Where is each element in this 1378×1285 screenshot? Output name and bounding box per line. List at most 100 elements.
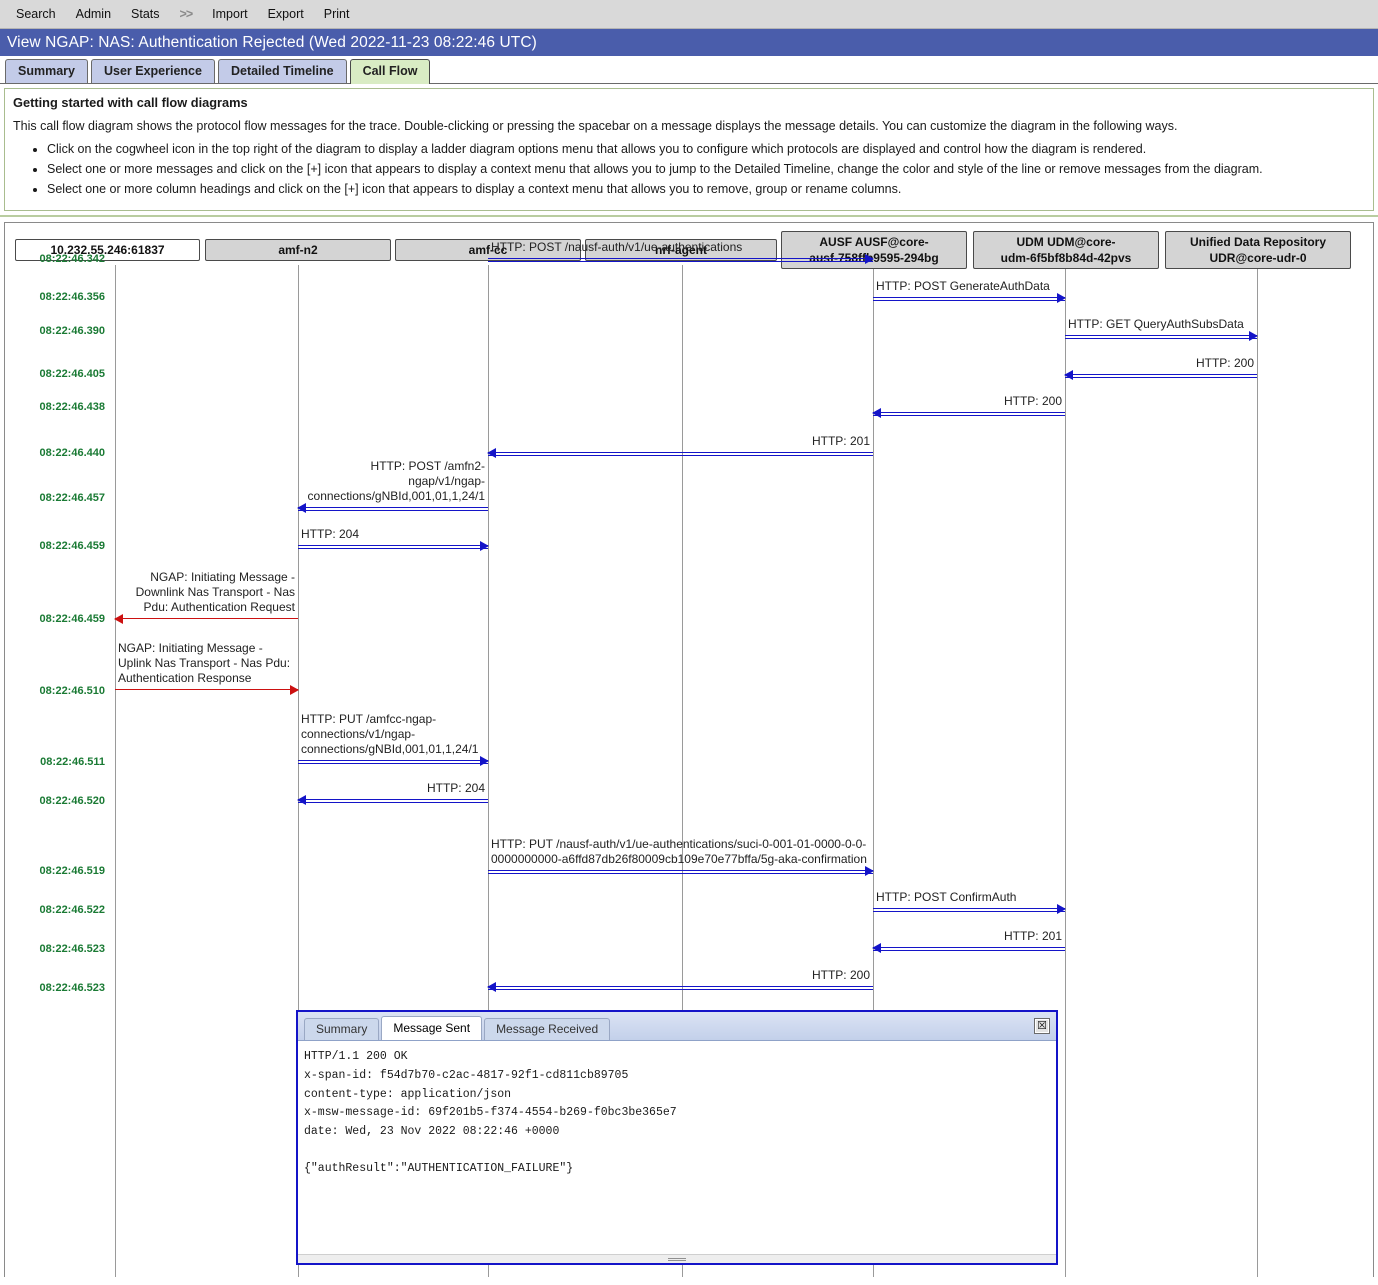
menu-item-[interactable]: >> bbox=[170, 5, 203, 23]
tab-user-experience[interactable]: User Experience bbox=[90, 59, 215, 83]
message-label[interactable]: HTTP: 204 bbox=[298, 527, 486, 542]
detail-tab-summary[interactable]: Summary bbox=[304, 1018, 380, 1041]
arrow-head-icon bbox=[480, 756, 489, 767]
arrow-head-icon bbox=[1057, 904, 1066, 915]
timestamp-label: 08:22:46.356 bbox=[39, 291, 105, 304]
column-header-label: amf-n2 bbox=[278, 243, 318, 258]
message-label[interactable]: NGAP: Initiating Message - Downlink Nas … bbox=[117, 570, 298, 616]
message-label[interactable]: HTTP: PUT /nausf-auth/v1/ue-authenticati… bbox=[488, 837, 871, 867]
arrow-head-icon bbox=[1249, 331, 1258, 342]
grip-bars bbox=[668, 1257, 686, 1262]
timestamp-label: 08:22:46.523 bbox=[39, 943, 105, 956]
message-label[interactable]: HTTP: 200 bbox=[490, 968, 873, 983]
timestamp-label: 08:22:46.342 bbox=[39, 253, 105, 266]
column-header-label: UDM UDM@core- bbox=[1016, 235, 1116, 250]
arrow-line bbox=[488, 870, 873, 875]
arrow-head-icon bbox=[872, 943, 881, 954]
arrow-line bbox=[873, 947, 1065, 952]
message-label[interactable]: HTTP: POST /nausf-auth/v1/ue-authenticat… bbox=[488, 240, 871, 255]
timestamp-label: 08:22:46.457 bbox=[39, 492, 105, 505]
arrow-head-icon bbox=[1064, 370, 1073, 381]
column-header-udr[interactable]: Unified Data Repository UDR@core-udr-0 bbox=[1165, 231, 1351, 270]
timestamp-label: 08:22:46.520 bbox=[39, 795, 105, 808]
arrow-line bbox=[873, 412, 1065, 417]
message-label[interactable]: HTTP: POST /amfn2-ngap/v1/ngap-connectio… bbox=[300, 459, 488, 505]
column-header-udm[interactable]: UDM UDM@core-udm-6f5bf8b84d-42pvs bbox=[973, 231, 1159, 270]
getting-started-panel: Getting started with call flow diagrams … bbox=[0, 88, 1378, 218]
tab-summary[interactable]: Summary bbox=[5, 59, 88, 83]
timestamp-label: 08:22:46.459 bbox=[39, 613, 105, 626]
message-label[interactable]: HTTP: POST GenerateAuthData bbox=[873, 279, 1063, 294]
resize-grip-handle[interactable] bbox=[298, 1254, 1056, 1264]
arrow-line bbox=[115, 618, 298, 620]
message-detail-body: HTTP/1.1 200 OK x-span-id: f54d7b70-c2ac… bbox=[298, 1041, 1056, 1255]
timestamp-label: 08:22:46.519 bbox=[39, 865, 105, 878]
timestamp-label: 08:22:46.522 bbox=[39, 904, 105, 917]
message-label[interactable]: HTTP: POST ConfirmAuth bbox=[873, 890, 1063, 905]
message-label[interactable]: HTTP: PUT /amfcc-ngap-connections/v1/nga… bbox=[298, 712, 486, 758]
message-label[interactable]: NGAP: Initiating Message - Uplink Nas Tr… bbox=[115, 641, 296, 687]
arrow-line bbox=[1065, 335, 1257, 340]
message-label[interactable]: HTTP: 200 bbox=[875, 394, 1065, 409]
message-label[interactable]: HTTP: 200 bbox=[1067, 356, 1257, 371]
arrow-line bbox=[298, 507, 488, 512]
arrow-line bbox=[298, 545, 488, 550]
column-header-sublabel: udm-6f5bf8b84d-42pvs bbox=[1000, 251, 1132, 266]
menu-item-admin[interactable]: Admin bbox=[66, 5, 121, 23]
timestamp-label: 08:22:46.438 bbox=[39, 401, 105, 414]
timestamp-label: 08:22:46.510 bbox=[39, 685, 105, 698]
arrow-line bbox=[298, 799, 488, 804]
close-icon[interactable]: ☒ bbox=[1034, 1018, 1050, 1035]
detail-tab-message-received[interactable]: Message Received bbox=[484, 1018, 611, 1041]
getting-started-bullet: Click on the cogwheel icon in the top ri… bbox=[47, 141, 1365, 157]
column-header-amf-n2[interactable]: amf-n2 bbox=[205, 239, 391, 262]
menu-bar: Search Admin Stats >> Import Export Print bbox=[0, 0, 1378, 29]
message-label[interactable]: HTTP: 201 bbox=[875, 929, 1065, 944]
arrow-head-icon bbox=[487, 982, 496, 993]
menu-item-export[interactable]: Export bbox=[258, 5, 314, 23]
tab-call-flow[interactable]: Call Flow bbox=[349, 59, 431, 84]
getting-started-intro: This call flow diagram shows the protoco… bbox=[13, 119, 1178, 133]
getting-started-heading: Getting started with call flow diagrams bbox=[13, 95, 248, 110]
lifeline-udr bbox=[1257, 265, 1258, 1278]
arrow-line bbox=[488, 452, 873, 457]
message-detail-tab-bar: Summary Message Sent Message Received ☒ bbox=[298, 1012, 1056, 1042]
message-label[interactable]: HTTP: 204 bbox=[300, 781, 488, 796]
timestamp-label: 08:22:46.459 bbox=[39, 540, 105, 553]
lifeline-udm bbox=[1065, 265, 1066, 1278]
lifeline-ue bbox=[115, 265, 116, 1278]
menu-item-stats[interactable]: Stats bbox=[121, 5, 170, 23]
main-tab-bar: Summary User Experience Detailed Timeline C… bbox=[0, 56, 1378, 84]
column-header-sublabel: UDR@core-udr-0 bbox=[1209, 251, 1307, 266]
call-flow-diagram[interactable]: 10.232.55.246:61837 amf-n2 amf-cc nrf-agent… bbox=[4, 222, 1374, 1278]
column-header-label: Unified Data Repository bbox=[1189, 235, 1327, 250]
menu-item-print[interactable]: Print bbox=[314, 5, 360, 23]
arrow-line bbox=[873, 908, 1065, 913]
message-label[interactable]: HTTP: GET QueryAuthSubsData bbox=[1065, 317, 1255, 332]
timestamp-label: 08:22:46.405 bbox=[39, 368, 105, 381]
arrow-head-icon bbox=[297, 795, 306, 806]
message-label[interactable]: HTTP: 201 bbox=[490, 434, 873, 449]
arrow-head-icon bbox=[865, 866, 874, 877]
arrow-head-icon bbox=[872, 408, 881, 419]
timestamp-label: 08:22:46.440 bbox=[39, 447, 105, 460]
getting-started-bullet: Select one or more messages and click on… bbox=[47, 161, 1365, 177]
arrow-line bbox=[298, 760, 488, 765]
page-title: View NGAP: NAS: Authentication Rejected … bbox=[7, 33, 537, 51]
arrow-head-icon bbox=[487, 448, 496, 459]
arrow-line bbox=[115, 689, 298, 691]
message-detail-panel[interactable]: Summary Message Sent Message Received ☒ HTT… bbox=[296, 1010, 1058, 1266]
menu-item-import[interactable]: Import bbox=[202, 5, 257, 23]
menu-item-search[interactable]: Search bbox=[6, 5, 66, 23]
arrow-head-icon bbox=[480, 541, 489, 552]
arrow-line bbox=[873, 297, 1065, 302]
tab-detailed-timeline[interactable]: Detailed Timeline bbox=[217, 59, 347, 83]
timestamp-label: 08:22:46.511 bbox=[40, 756, 105, 769]
arrow-head-icon bbox=[114, 614, 123, 625]
arrow-line bbox=[488, 986, 873, 991]
page-title-bar: View NGAP: NAS: Authentication Rejected … bbox=[0, 29, 1378, 56]
arrow-head-icon bbox=[865, 254, 874, 265]
arrow-line bbox=[488, 258, 873, 263]
timestamp-label: 08:22:46.390 bbox=[39, 325, 105, 338]
detail-tab-message-sent[interactable]: Message Sent bbox=[381, 1016, 483, 1041]
